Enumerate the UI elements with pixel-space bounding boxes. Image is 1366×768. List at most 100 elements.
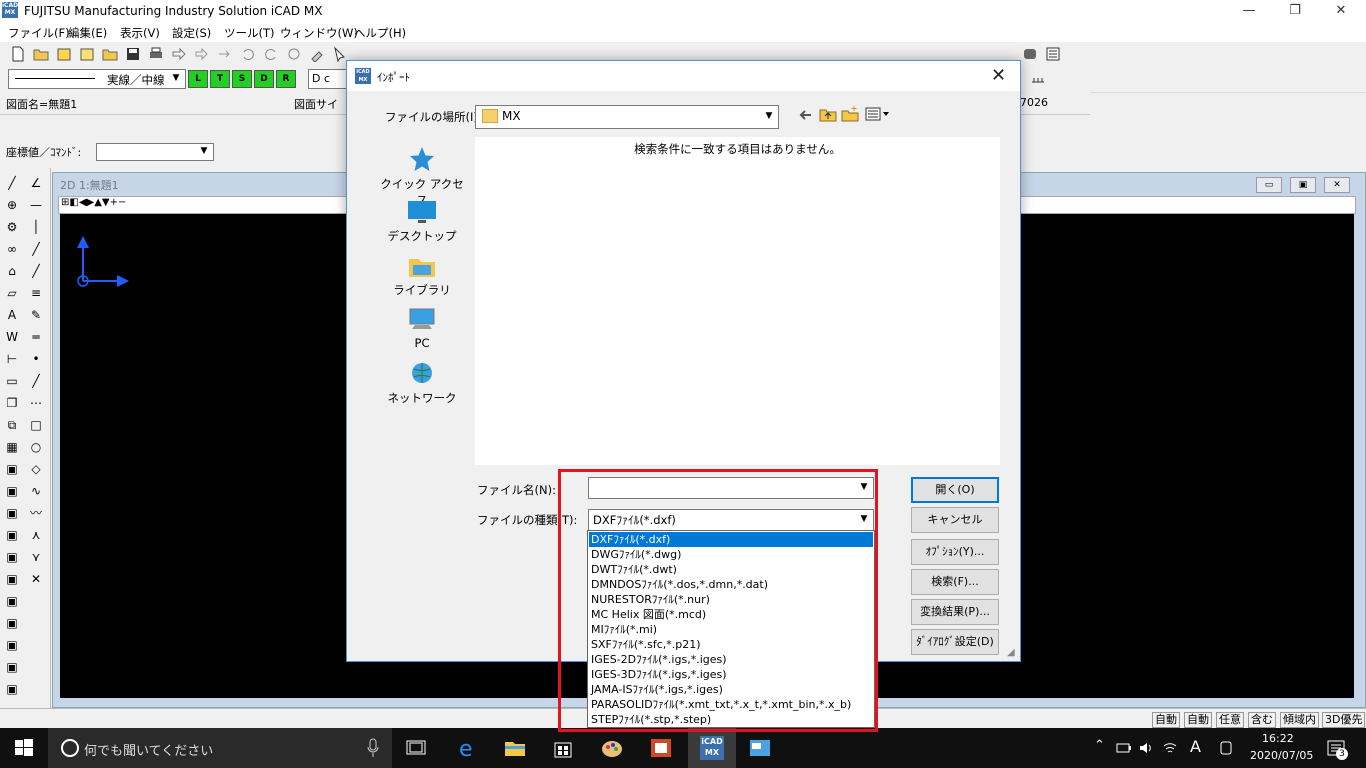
arrow-out-icon[interactable] xyxy=(217,46,233,62)
move-tool-icon[interactable]: ⧉ xyxy=(3,416,21,434)
resize-grip-icon[interactable]: ◢ xyxy=(1007,647,1015,658)
dashed-tool-icon[interactable]: ═ xyxy=(27,328,45,346)
battery-icon[interactable] xyxy=(1116,740,1132,756)
part-tool-icon[interactable]: ▣ xyxy=(3,460,21,478)
clock-date[interactable]: 2020/07/05 xyxy=(1250,749,1313,762)
search-button[interactable]: 検索(F)... xyxy=(911,569,999,595)
dialog-settings-button[interactable]: ﾀﾞｲｱﾛｸﾞ設定(D) xyxy=(911,629,999,655)
diagonal-tool-icon[interactable]: ╱ xyxy=(27,372,45,390)
menu-window[interactable]: ウィンドウ(W) xyxy=(280,25,358,41)
line-style-select[interactable]: 実線／中線 ▼ xyxy=(8,69,186,89)
layer-tool-icon[interactable]: ▦ xyxy=(3,438,21,456)
status-cell-5[interactable]: 傾域内 xyxy=(1280,712,1319,728)
part9-tool-icon[interactable]: ▣ xyxy=(3,636,21,654)
arrow-right-icon[interactable] xyxy=(171,46,187,62)
place-pc[interactable]: PC xyxy=(377,307,467,350)
dimension-tool-icon[interactable]: ≡ xyxy=(27,284,45,302)
line-tool-icon[interactable]: ╱ xyxy=(3,174,21,192)
folder-tool-icon[interactable]: ▭ xyxy=(3,372,21,390)
view-icon[interactable] xyxy=(1022,46,1038,62)
part11-tool-icon[interactable]: ▣ xyxy=(3,680,21,698)
part8-tool-icon[interactable]: ▣ xyxy=(3,614,21,632)
part7-tool-icon[interactable]: ▣ xyxy=(3,592,21,610)
paint-icon[interactable] xyxy=(600,736,624,760)
status-cell-4[interactable]: 含む xyxy=(1248,712,1276,728)
open-button[interactable]: 開く(O) xyxy=(911,477,999,503)
place-desktop[interactable]: デスクトップ xyxy=(377,199,467,244)
wave-tool-icon[interactable]: ∿ xyxy=(27,482,45,500)
menu-edit[interactable]: 編集(E) xyxy=(68,25,107,41)
weld-tool-icon[interactable]: W xyxy=(3,328,21,346)
task-view-icon[interactable] xyxy=(404,736,428,760)
diamond-tool-icon[interactable]: ◇ xyxy=(27,460,45,478)
layer-s-button[interactable]: S xyxy=(232,70,252,88)
file-explorer-icon[interactable] xyxy=(503,736,527,760)
branch-tool-icon[interactable]: ⋎ xyxy=(27,548,45,566)
options-button[interactable]: ｵﾌﾟｼｮﾝ(Y)... xyxy=(911,539,999,565)
layer-l-button[interactable]: L xyxy=(188,70,208,88)
menu-view[interactable]: 表示(V) xyxy=(120,25,160,41)
double-arrow-icon[interactable] xyxy=(194,46,210,62)
measure-icon[interactable] xyxy=(1030,71,1046,87)
icad-taskbar-button[interactable]: iCAD MX xyxy=(688,728,736,768)
part6-tool-icon[interactable]: ▣ xyxy=(3,570,21,588)
file-list[interactable]: 検索条件に一致する項目はありません。 xyxy=(475,137,1000,465)
cross-tool-icon[interactable]: ✕ xyxy=(27,570,45,588)
circle-tool-icon[interactable]: ⊕ xyxy=(3,196,21,214)
view-tools-icon[interactable]: ⊞◧◀▶▲▼+− xyxy=(61,197,126,208)
edge-icon[interactable]: e xyxy=(456,736,480,760)
redo-icon[interactable] xyxy=(263,46,279,62)
menu-help[interactable]: ヘルプ(H) xyxy=(354,25,406,41)
store-icon[interactable] xyxy=(551,736,575,760)
tray-chevron-icon[interactable]: ⌃ xyxy=(1094,738,1105,753)
look-in-select[interactable]: ▼ xyxy=(475,105,779,129)
open-assembly-icon[interactable] xyxy=(79,46,95,62)
dialog-close-icon[interactable]: ✕ xyxy=(991,65,1006,86)
minimize-button[interactable]: — xyxy=(1226,0,1272,22)
zigzag-tool-icon[interactable]: 〰 xyxy=(27,504,45,522)
dotted-tool-icon[interactable]: ⋯ xyxy=(27,394,45,412)
menu-tools[interactable]: ツール(T) xyxy=(224,25,275,41)
open-part-icon[interactable] xyxy=(56,46,72,62)
wifi-icon[interactable] xyxy=(1162,740,1178,756)
part4-tool-icon[interactable]: ▣ xyxy=(3,526,21,544)
ellipse-tool-icon[interactable]: ○ xyxy=(27,438,45,456)
microphone-icon[interactable] xyxy=(366,738,380,758)
part2-tool-icon[interactable]: ▣ xyxy=(3,482,21,500)
volume-icon[interactable] xyxy=(1138,740,1154,756)
point-tool-icon[interactable]: • xyxy=(27,350,45,368)
restore-button[interactable]: ❐ xyxy=(1272,0,1318,22)
place-libraries[interactable]: ライブラリ xyxy=(377,253,467,298)
windows-start-icon[interactable] xyxy=(12,736,36,760)
layer-t-button[interactable]: T xyxy=(210,70,230,88)
save-icon[interactable] xyxy=(125,46,141,62)
place-network[interactable]: ネットワーク xyxy=(377,361,467,406)
folder-icon[interactable] xyxy=(102,46,118,62)
part5-tool-icon[interactable]: ▣ xyxy=(3,548,21,566)
layer-d-button[interactable]: D xyxy=(254,70,274,88)
menu-settings[interactable]: 設定(S) xyxy=(172,25,211,41)
tangent-tool-icon[interactable]: ╱ xyxy=(27,240,45,258)
fork-tool-icon[interactable]: ⋏ xyxy=(27,526,45,544)
bracket-tool-icon[interactable]: ⊢ xyxy=(3,350,21,368)
presentation-icon[interactable] xyxy=(649,736,673,760)
ime-indicator[interactable]: A xyxy=(1190,737,1201,756)
status-cell-2[interactable]: 自動 xyxy=(1184,712,1212,728)
part3-tool-icon[interactable]: ▣ xyxy=(3,504,21,522)
app-window-icon[interactable] xyxy=(748,736,772,760)
tool-icon[interactable] xyxy=(309,46,325,62)
pen-input-icon[interactable] xyxy=(1218,740,1234,756)
rectangle-tool-icon[interactable]: □ xyxy=(27,416,45,434)
gear-tool-icon[interactable]: ⚙ xyxy=(3,218,21,236)
print-icon[interactable] xyxy=(148,46,164,62)
text-tool-icon[interactable]: A xyxy=(3,306,21,324)
up-folder-icon[interactable] xyxy=(819,105,837,123)
close-button[interactable]: ✕ xyxy=(1318,0,1364,22)
open-file-icon[interactable] xyxy=(33,46,49,62)
coordinate-input[interactable]: ▼ xyxy=(96,143,214,161)
back-arrow-icon[interactable] xyxy=(797,107,813,123)
part10-tool-icon[interactable]: ▣ xyxy=(3,658,21,676)
drawing-restore-button[interactable]: ▣ xyxy=(1290,177,1316,193)
new-folder-icon[interactable] xyxy=(841,105,859,123)
copy-tool-icon[interactable]: ❐ xyxy=(3,394,21,412)
